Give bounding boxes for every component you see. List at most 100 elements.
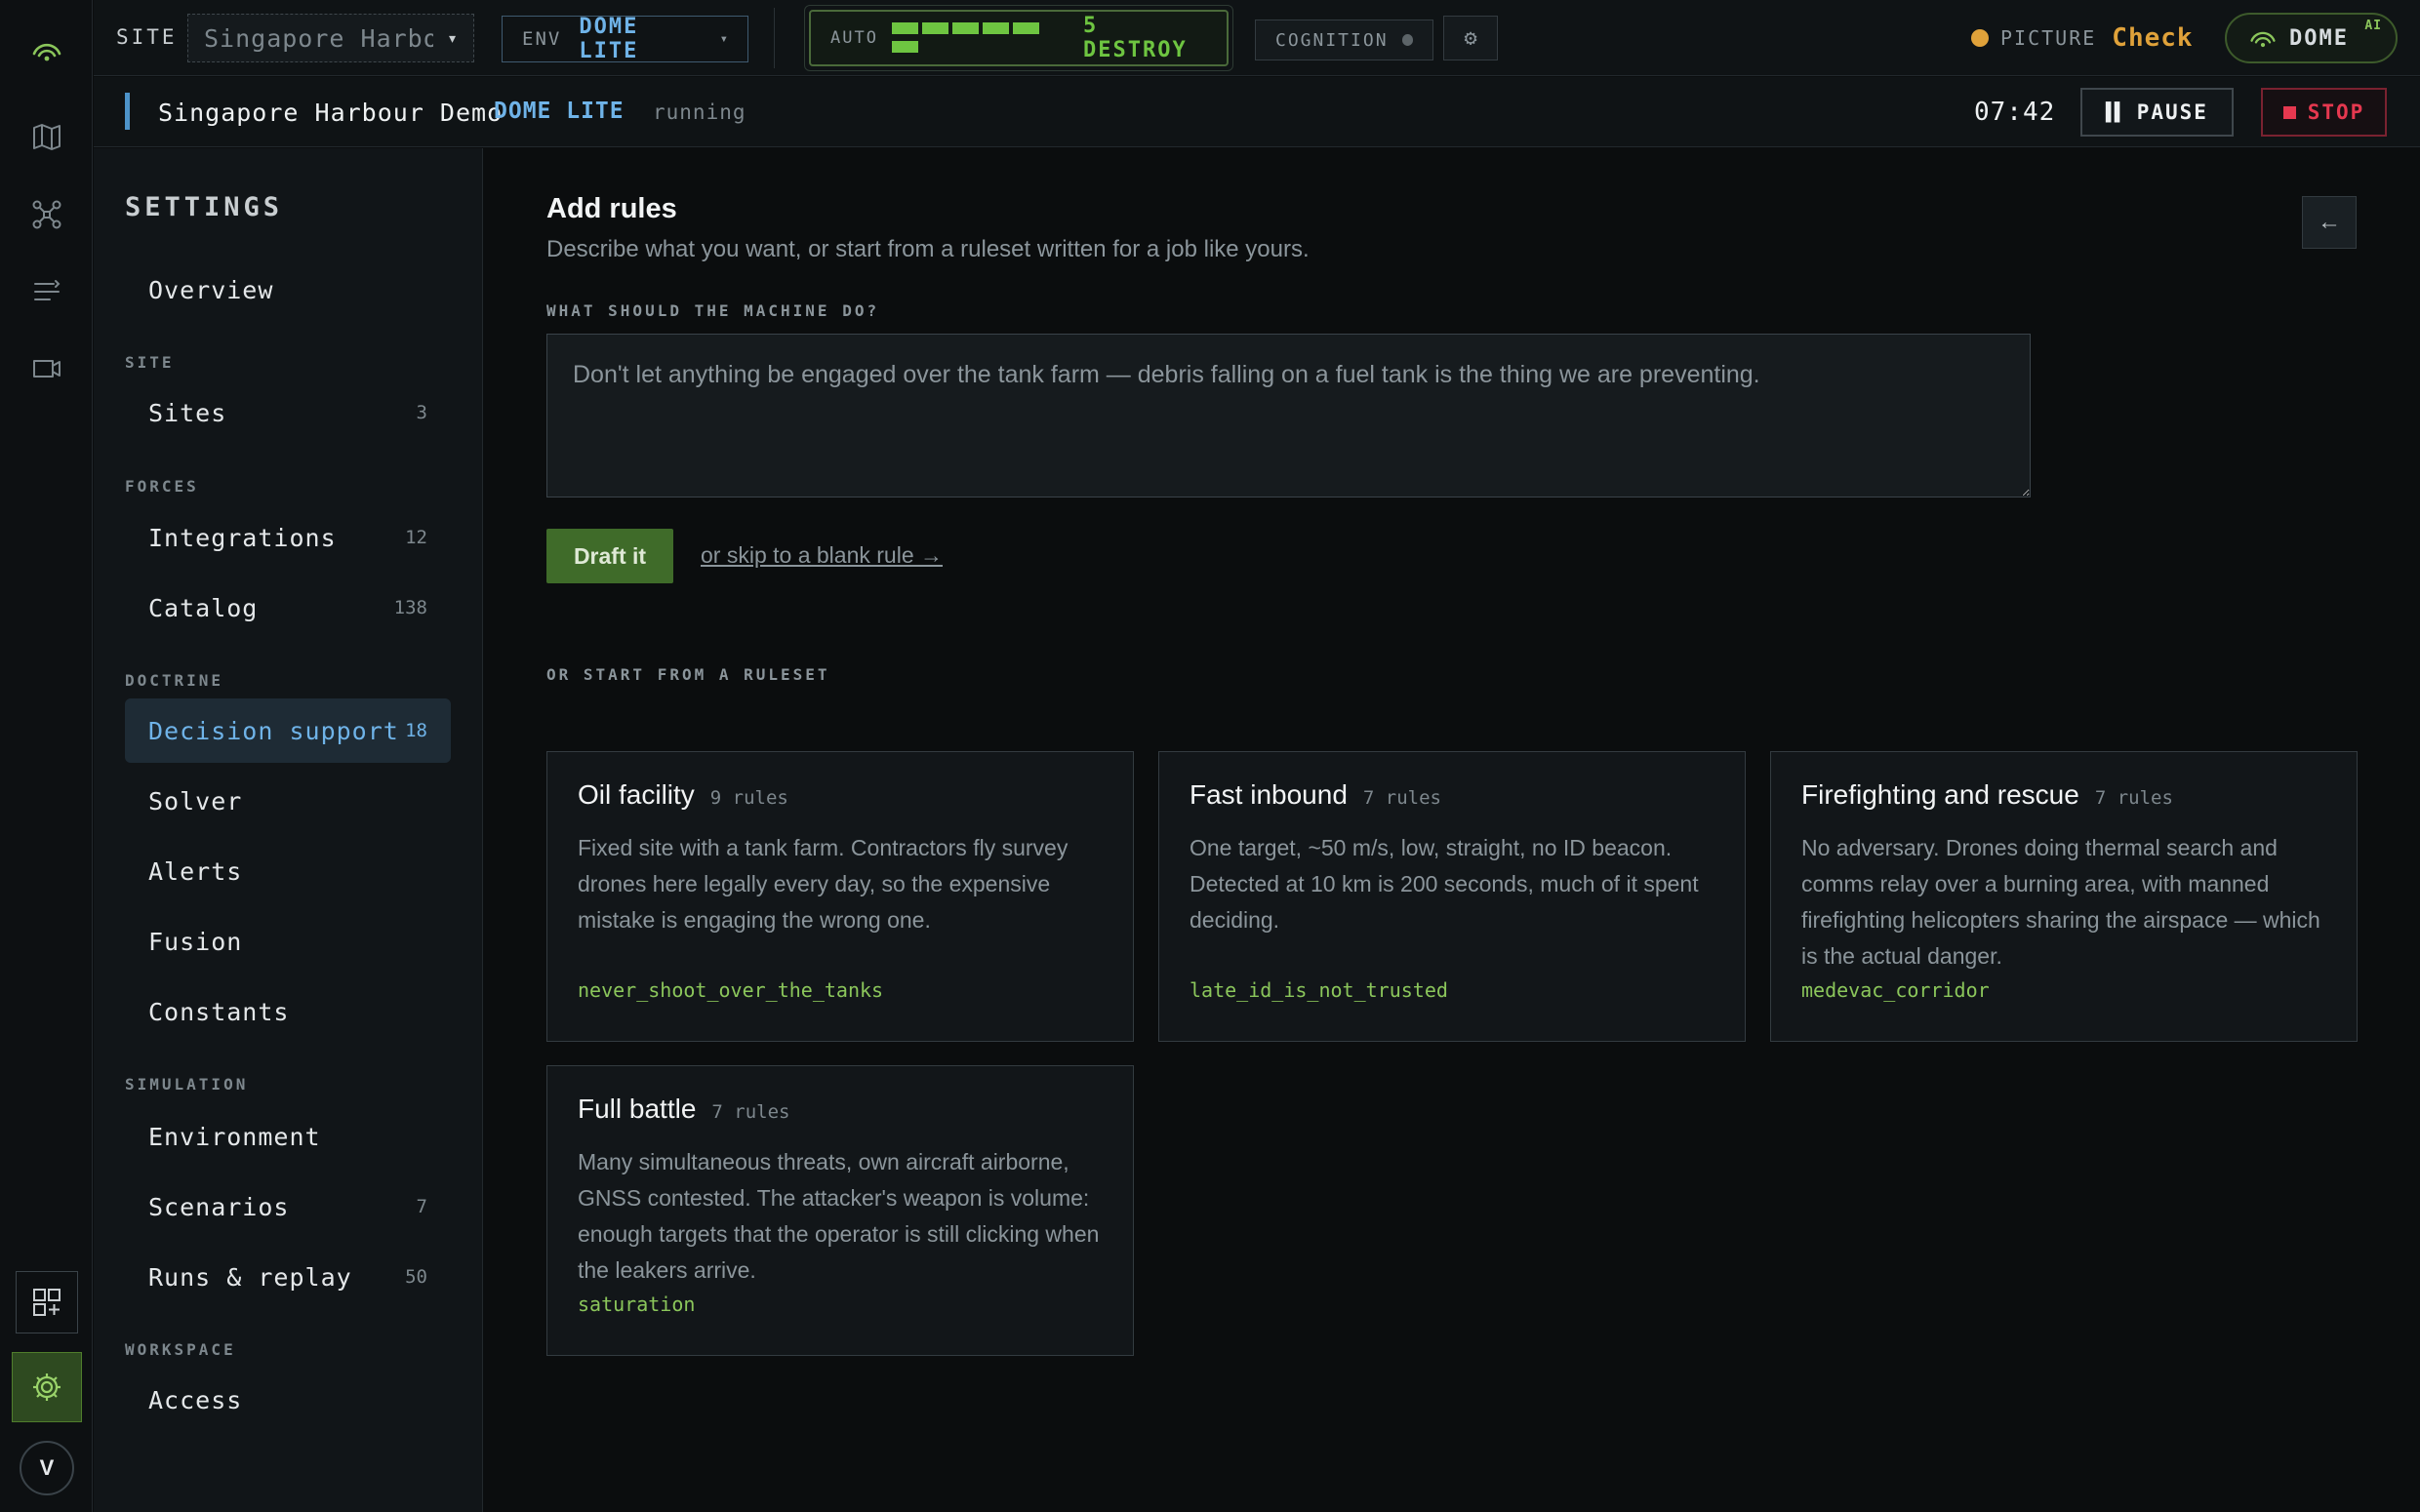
sidebar-item-label: Constants <box>148 997 290 1026</box>
map-icon[interactable] <box>23 113 70 160</box>
ruleset-card-full-battle[interactable]: Full battle 7 rules Many simultaneous th… <box>546 1065 1134 1356</box>
sidebar-item-access[interactable]: Access <box>125 1368 451 1432</box>
ruleset-description: Many simultaneous threats, own aircraft … <box>578 1149 1100 1283</box>
run-bar: Singapore Harbour Demo DOME LITE running… <box>94 77 2420 147</box>
sidebar-item-scenarios[interactable]: Scenarios 7 <box>125 1174 451 1239</box>
nav-section-site: SITE <box>125 353 175 372</box>
ruleset-rule-count: 7 rules <box>711 1101 790 1123</box>
ruleset-name: Full battle <box>578 1094 697 1124</box>
ruleset-description: One target, ~50 m/s, low, straight, no I… <box>1190 835 1699 933</box>
cognition-toggle[interactable]: COGNITION <box>1255 20 1433 60</box>
draft-button[interactable]: Draft it <box>546 529 673 583</box>
sidebar-item-overview[interactable]: Overview <box>125 258 451 322</box>
sidebar-item-count: 12 <box>405 527 427 548</box>
autonomy-level-segment <box>951 22 979 34</box>
sidebar-item-fusion[interactable]: Fusion <box>125 909 451 974</box>
auto-value: 5 DESTROY <box>1083 14 1188 62</box>
rule-description-input[interactable] <box>546 334 2031 497</box>
chevron-down-icon: ▾ <box>447 27 458 49</box>
radar-icon <box>2250 31 2276 48</box>
ruleset-card-fast-inbound[interactable]: Fast inbound 7 rules One target, ~50 m/s… <box>1158 751 1746 1042</box>
ruleset-name: Firefighting and rescue <box>1801 779 2079 810</box>
ruleset-rule-count: 9 rules <box>709 787 788 809</box>
autonomy-level-segment <box>1012 22 1039 34</box>
site-label: SITE <box>116 25 178 49</box>
nav-section-doctrine: DOCTRINE <box>125 671 224 690</box>
ruleset-section-label: OR START FROM A RULESET <box>546 665 830 684</box>
ruleset-description: No adversary. Drones doing thermal searc… <box>1801 835 2320 969</box>
ruleset-name: Fast inbound <box>1190 779 1348 810</box>
ruleset-rule-count: 7 rules <box>1362 787 1441 809</box>
env-value: DOME LITE <box>579 15 639 63</box>
pause-label: PAUSE <box>2136 100 2208 124</box>
sidebar-item-label: Catalog <box>148 593 259 622</box>
sidebar-item-label: Decision support <box>148 716 399 745</box>
avatar[interactable]: V <box>20 1441 74 1495</box>
camera-icon[interactable] <box>23 345 70 392</box>
tiles-add-icon[interactable] <box>16 1271 78 1333</box>
cognition-settings-button[interactable]: ⚙ <box>1443 16 1498 60</box>
ruleset-key-rule: never_shoot_over_the_tanks <box>578 978 884 1002</box>
autonomy-level-segment <box>982 22 1009 34</box>
nav-section-workspace: WORKSPACE <box>125 1340 236 1359</box>
autonomy-control[interactable]: AUTO 5 DESTROY <box>804 5 1233 71</box>
site-select-value: Singapore Harbo… <box>204 23 434 53</box>
sidebar-item-decision-support[interactable]: Decision support 18 <box>125 698 451 763</box>
ruleset-key-rule: late_id_is_not_trusted <box>1190 978 1448 1002</box>
picture-value: Check <box>2112 23 2194 53</box>
pause-icon: ▌▌ <box>2106 101 2125 123</box>
picture-status[interactable]: PICTURE Check <box>1971 23 2194 53</box>
sidebar-item-sites[interactable]: Sites 3 <box>125 380 451 445</box>
drone-icon[interactable] <box>23 191 70 238</box>
chevron-down-icon: ▾ <box>719 31 728 47</box>
stop-label: STOP <box>2307 100 2365 124</box>
radar-icon[interactable] <box>23 29 70 76</box>
status-dot <box>1971 29 1989 47</box>
arrow-left-icon: ← <box>2318 209 2341 235</box>
ruleset-key-rule: saturation <box>578 1293 696 1316</box>
nav-section-simulation: SIMULATION <box>125 1075 249 1094</box>
sidebar-item-count: 18 <box>405 720 427 741</box>
ruleset-description: Fixed site with a tank farm. Contractors… <box>578 835 1069 933</box>
sidebar-item-count: 7 <box>416 1196 427 1217</box>
auto-label: AUTO <box>830 28 878 48</box>
dome-ai-button[interactable]: DOME AI <box>2225 13 2398 63</box>
back-button[interactable]: ← <box>2302 196 2357 249</box>
ruleset-card-oil-facility[interactable]: Oil facility 9 rules Fixed site with a t… <box>546 751 1134 1042</box>
page-subtitle: Describe what you want, or start from a … <box>546 236 1310 262</box>
top-bar: SITE Singapore Harbo… ▾ ENV DOME LITE ▾ … <box>94 0 2420 76</box>
add-rules-panel: Add rules Describe what you want, or sta… <box>484 148 2420 1512</box>
sidebar-item-catalog[interactable]: Catalog 138 <box>125 576 451 640</box>
stop-button[interactable]: STOP <box>2261 88 2387 137</box>
autonomy-level-segment <box>921 22 948 34</box>
sidebar-item-label: Scenarios <box>148 1192 290 1221</box>
gear-icon[interactable] <box>12 1352 82 1422</box>
sidebar-item-label: Access <box>148 1385 243 1414</box>
stop-icon <box>2282 105 2296 119</box>
ruleset-name: Oil facility <box>578 779 695 810</box>
settings-title: SETTINGS <box>125 192 284 222</box>
sidebar-item-constants[interactable]: Constants <box>125 979 451 1044</box>
autonomy-level-segment <box>891 22 918 34</box>
pause-button[interactable]: ▌▌ PAUSE <box>2080 88 2234 137</box>
skip-to-blank-rule-link[interactable]: or skip to a blank rule → <box>701 542 943 569</box>
question-label: WHAT SHOULD THE MACHINE DO? <box>546 301 880 320</box>
nav-section-forces: FORCES <box>125 477 199 496</box>
ruleset-card-firefighting-rescue[interactable]: Firefighting and rescue 7 rules No adver… <box>1770 751 2358 1042</box>
sidebar-item-integrations[interactable]: Integrations 12 <box>125 505 451 570</box>
ai-badge: AI <box>2364 19 2382 33</box>
sidebar-item-label: Integrations <box>148 523 337 552</box>
run-timer: 07:42 <box>1974 98 2056 127</box>
sidebar-item-label: Overview <box>148 275 274 304</box>
sidebar-item-runs-replay[interactable]: Runs & replay 50 <box>125 1245 451 1309</box>
site-select[interactable]: Singapore Harbo… ▾ <box>187 14 474 62</box>
app-rail: V <box>0 0 93 1512</box>
env-select[interactable]: ENV DOME LITE ▾ <box>502 15 748 63</box>
sidebar-item-alerts[interactable]: Alerts <box>125 839 451 903</box>
sidebar-item-environment[interactable]: Environment <box>125 1104 451 1169</box>
sidebar-item-count: 3 <box>416 402 427 423</box>
run-accent-bar <box>125 93 130 130</box>
sidebar-item-solver[interactable]: Solver <box>125 769 451 833</box>
list-icon[interactable] <box>23 268 70 315</box>
run-name: Singapore Harbour Demo <box>158 99 504 127</box>
